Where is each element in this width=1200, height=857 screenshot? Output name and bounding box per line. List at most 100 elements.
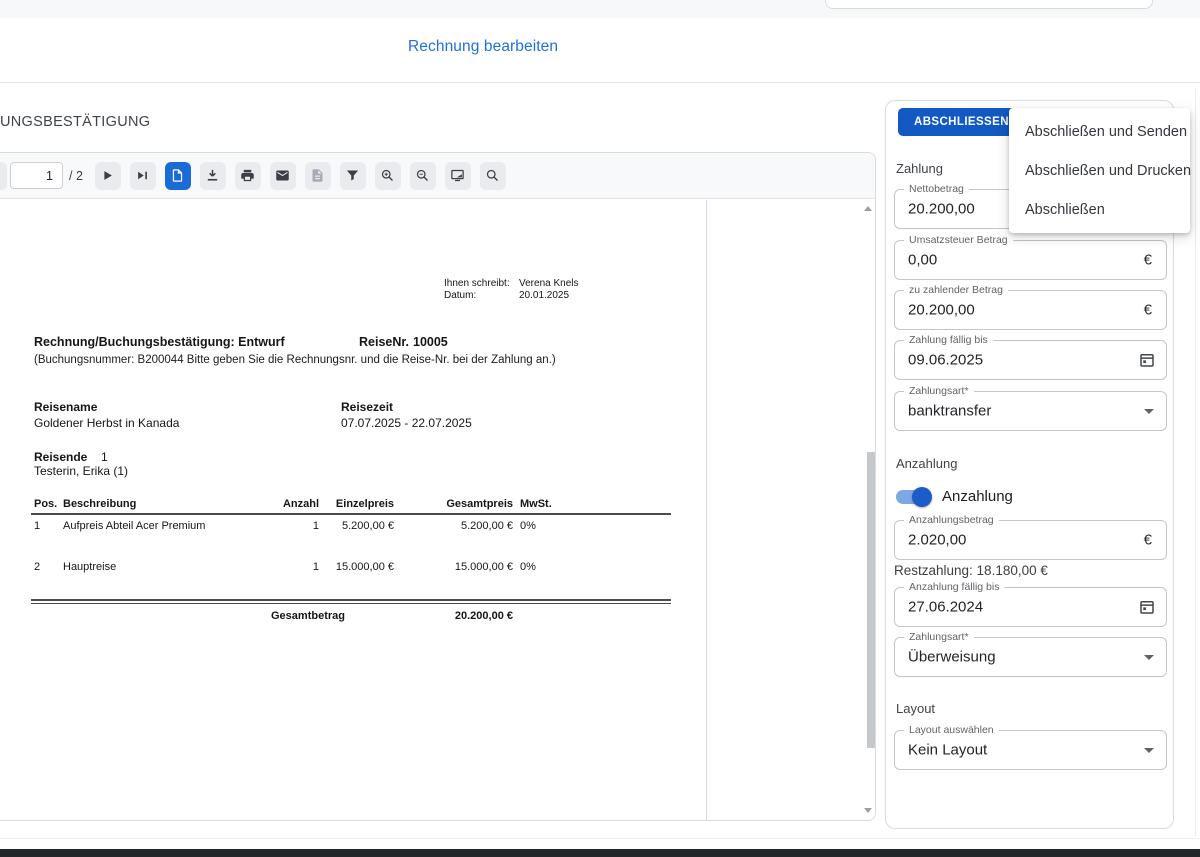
zahlungsart-select[interactable]: Zahlungsart* banktransfer [894, 385, 1167, 431]
doc-travelers-count: 1 [101, 450, 108, 464]
page-number-input[interactable] [10, 162, 63, 189]
presentation-button[interactable] [444, 161, 471, 190]
field-label: Anzahlungsbetrag [904, 514, 999, 526]
field-label: Layout auswählen [904, 724, 999, 736]
doc-from-label: Ihnen schreibt: [444, 278, 510, 289]
chevron-down-icon[interactable] [1144, 655, 1154, 660]
field-label: Umsatzsteuer Betrag [904, 234, 1013, 246]
document-list-button[interactable] [304, 161, 331, 190]
page-view-icon [173, 169, 183, 182]
doc-trip-period-value: 07.07.2025 - 22.07.2025 [341, 416, 472, 430]
layout-select[interactable]: Layout auswählen Kein Layout [894, 724, 1167, 770]
cell-unit-price: 15.000,00 € [335, 561, 394, 573]
doc-trip-name-label: Reisename [34, 400, 98, 414]
zoom-in-button[interactable] [374, 161, 401, 190]
bottom-divider [0, 838, 1200, 839]
document-icon [312, 169, 323, 182]
pdf-toolbar: / 2 [0, 153, 875, 199]
zahlung-faellig-bis-field[interactable]: Zahlung fällig bis 09.06.2025 [894, 334, 1167, 380]
th-vat: MwSt. [520, 498, 552, 510]
table-total-rule [31, 599, 671, 601]
email-button[interactable] [269, 161, 296, 190]
menu-item-abschliessen-und-senden[interactable]: Abschließen und Senden [1009, 112, 1190, 151]
tab-divider [0, 82, 1200, 83]
cell-total-price: 5.200,00 € [461, 520, 513, 532]
anzahlung-toggle[interactable] [896, 487, 932, 507]
field-value: 20.200,00 [908, 301, 975, 319]
invoice-document: Ihnen schreibt: Verena Knels Datum: 20.0… [0, 200, 875, 820]
email-icon [276, 170, 290, 181]
tab-rechnung-bearbeiten[interactable]: Rechnung bearbeiten [408, 38, 558, 56]
field-value: Überweisung [908, 648, 996, 666]
table-header-rule [31, 513, 671, 515]
next-page-button[interactable] [94, 161, 121, 190]
doc-trip-name-value: Goldener Herbst in Kanada [34, 416, 180, 430]
chevron-down-icon[interactable] [1144, 409, 1154, 414]
doc-travelers-value: Testerin, Erika (1) [34, 464, 129, 478]
restzahlung-text: Restzahlung: 18.180,00 € [894, 563, 1048, 578]
menu-item-abschliessen-und-drucken[interactable]: Abschließen und Drucken [1009, 151, 1191, 190]
search-button[interactable] [479, 161, 506, 190]
field-value: 09.06.2025 [908, 351, 984, 369]
doc-date-value: 20.01.2025 [519, 290, 570, 301]
field-value: 20.200,00 [908, 200, 975, 218]
download-button[interactable] [199, 161, 226, 190]
doc-title: Rechnung/Buchungsbestätigung: Entwurf [34, 335, 285, 349]
doc-writer-block: Ihnen schreibt: Verena Knels Datum: 20.0… [444, 278, 579, 302]
anzahlung-faellig-bis-field[interactable]: Anzahlung fällig bis 27.06.2024 [894, 581, 1167, 627]
field-label: Nettobetrag [904, 183, 969, 195]
right-edge-line [1195, 88, 1196, 836]
euro-suffix: € [1143, 251, 1152, 269]
total-label: Gesamtbetrag [271, 610, 345, 622]
doc-date-label: Datum: [444, 290, 477, 301]
cell-description: Hauptreise [63, 561, 117, 573]
euro-suffix: € [1143, 531, 1152, 549]
anzahlung-toggle-label: Anzahlung [942, 488, 1013, 505]
page-count-label: / 2 [69, 168, 83, 183]
filter-button[interactable] [339, 161, 366, 190]
section-layout: Layout [896, 701, 936, 716]
umsatzsteuer-field[interactable]: Umsatzsteuer Betrag 0,00 € [894, 234, 1167, 280]
euro-suffix: € [1143, 301, 1152, 319]
footer-dark-bar [0, 849, 1200, 857]
pdf-page-area[interactable]: Ihnen schreibt: Verena Knels Datum: 20.0… [0, 200, 875, 820]
total-value: 20.200,00 € [454, 610, 513, 622]
th-pos: Pos. [34, 498, 58, 510]
field-value: 0,00 [908, 251, 938, 269]
calendar-icon[interactable] [1138, 598, 1156, 616]
field-label: Anzahlung fällig bis [904, 581, 1005, 593]
table-total-rule2 [31, 603, 671, 604]
field-value: banktransfer [908, 402, 992, 420]
last-page-button[interactable] [129, 161, 156, 190]
cell-unit-price: 5.200,00 € [342, 520, 394, 532]
doc-trip-number-value: 10005 [413, 335, 448, 349]
calendar-icon[interactable] [1138, 351, 1156, 369]
abschliessen-button-label: ABSCHLIESSEN [914, 116, 1009, 128]
zoom-out-icon [417, 169, 429, 181]
last-page-icon [138, 171, 148, 180]
chevron-down-icon[interactable] [1144, 748, 1154, 753]
section-anzahlung: Anzahlung [896, 456, 958, 471]
zoom-out-button[interactable] [409, 161, 436, 190]
doc-trip-period-label: Reisezeit [341, 400, 394, 414]
previous-page-button[interactable] [0, 161, 7, 190]
zu-zahlender-betrag-field[interactable]: zu zahlender Betrag 20.200,00 € [894, 284, 1167, 330]
field-label: zu zahlender Betrag [904, 284, 1008, 296]
anzahlungsbetrag-field[interactable]: Anzahlungsbetrag 2.020,00 € [894, 514, 1167, 560]
presentation-icon [451, 169, 465, 182]
anzahlung-zahlungsart-select[interactable]: Zahlungsart* Überweisung [894, 631, 1167, 677]
menu-item-abschliessen[interactable]: Abschließen [1009, 190, 1190, 229]
filter-icon [347, 170, 359, 181]
th-total-price: Gesamtpreis [446, 498, 513, 510]
single-page-view-button[interactable] [164, 161, 191, 190]
abschliessen-dropdown-menu: Abschließen und Senden Abschließen und D… [1009, 108, 1191, 233]
doc-title-row: Rechnung/Buchungsbestätigung: Entwurf Re… [34, 335, 448, 349]
next-page-icon [104, 171, 113, 180]
cell-total-price: 15.000,00 € [454, 561, 513, 573]
cell-description: Aufpreis Abteil Acer Premium [63, 520, 206, 532]
print-button[interactable] [234, 161, 261, 190]
page-title: UNGSBESTÄTIGUNG [0, 114, 151, 130]
top-partial-input[interactable] [825, 0, 1153, 9]
cell-pos: 1 [34, 520, 41, 532]
field-value: 27.06.2024 [908, 598, 984, 616]
